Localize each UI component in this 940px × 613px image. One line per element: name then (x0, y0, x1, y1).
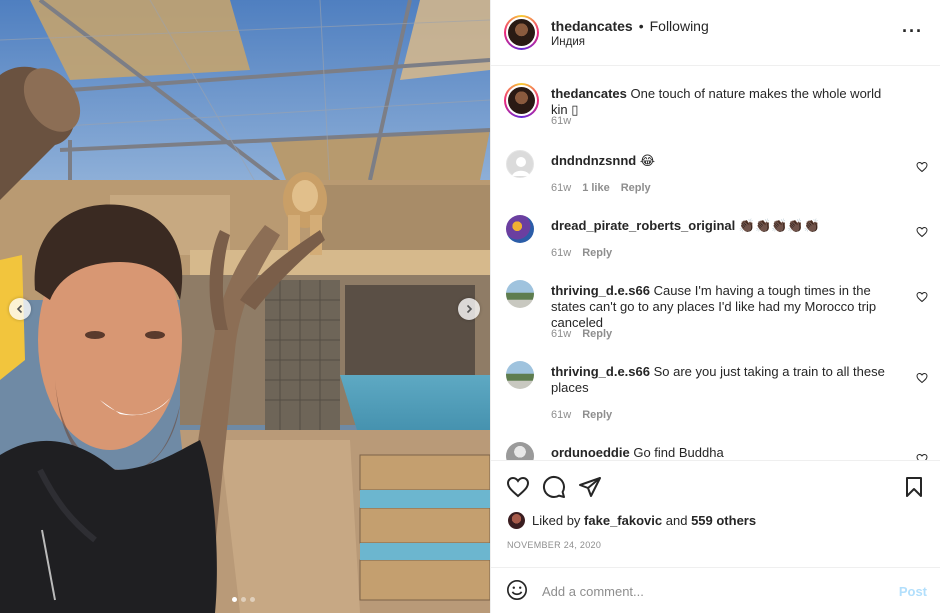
reply-button[interactable]: Reply (582, 328, 612, 340)
comment-avatar[interactable] (506, 280, 534, 308)
carousel-dot (232, 597, 237, 602)
post-header: thedancates • Following Индия ··· (491, 0, 940, 66)
comment-text: dread_pirate_roberts_original 👏🏿👏🏿👏🏿👏🏿👏🏿 (551, 218, 900, 234)
comment-text: thriving_d.e.s66 So are you just taking … (551, 364, 900, 396)
separator: • (638, 17, 644, 34)
comment-meta: 61w Reply (551, 328, 612, 340)
comment-item: thriving_d.e.s66 Cause I'm having a toug… (504, 280, 930, 346)
comment-avatar[interactable] (506, 150, 534, 178)
comment-body: Go find Buddha (633, 445, 724, 460)
comment-meta: 61w Reply (551, 409, 612, 421)
author-username[interactable]: thedancates (551, 18, 633, 34)
caption-emoji-glyph: ▯ (571, 102, 579, 117)
chevron-left-icon (16, 304, 23, 314)
like-button[interactable] (506, 475, 530, 499)
comment-item: dread_pirate_roberts_original 👏🏿👏🏿👏🏿👏🏿👏🏿… (504, 215, 930, 265)
share-button[interactable] (578, 475, 602, 499)
comment-time[interactable]: 61w (551, 182, 571, 194)
comment-text: dndndnzsnnd 😂 (551, 153, 900, 169)
share-icon (579, 477, 601, 497)
heart-icon (506, 476, 530, 498)
post-dialog: thedancates • Following Индия ··· thedan… (0, 0, 940, 613)
comment-item: thriving_d.e.s66 So are you just taking … (504, 361, 930, 427)
comments-list[interactable]: thedancates One touch of nature makes th… (491, 66, 940, 460)
comment-username[interactable]: ordunoeddie (551, 445, 630, 460)
comment-button[interactable] (542, 475, 566, 499)
caption-time[interactable]: 61w (551, 115, 571, 127)
bookmark-icon (906, 477, 922, 497)
carousel-dot (241, 597, 246, 602)
carousel-indicator (232, 597, 255, 602)
caption-text: thedancates One touch of nature makes th… (551, 86, 900, 118)
comment-body: 👏🏿👏🏿👏🏿👏🏿👏🏿 (738, 218, 820, 233)
likes-summary: Liked by fake_fakovic and 559 others (508, 512, 756, 529)
comment-username[interactable]: dndndnzsnnd (551, 153, 636, 168)
reply-button[interactable]: Reply (621, 182, 651, 194)
chevron-right-icon (466, 304, 473, 314)
author-info: thedancates • Following Индия (551, 18, 709, 48)
heart-icon[interactable] (916, 291, 928, 303)
caption-avatar[interactable] (504, 83, 539, 118)
more-options-button[interactable]: ··· (902, 22, 923, 40)
comment-time[interactable]: 61w (551, 247, 571, 259)
comment-username[interactable]: thriving_d.e.s66 (551, 364, 650, 379)
comment-text: thriving_d.e.s66 Cause I'm having a toug… (551, 283, 900, 331)
comment-username[interactable]: thriving_d.e.s66 (551, 283, 650, 298)
comment-text: ordunoeddie Go find Buddha (551, 445, 900, 460)
liked-by-prefix: Liked by (532, 513, 581, 528)
comment-item: ordunoeddie Go find Buddha (504, 442, 930, 460)
post-sidebar: thedancates • Following Индия ··· thedan… (490, 0, 940, 613)
emoji-icon (507, 580, 527, 600)
save-button[interactable] (902, 475, 926, 499)
add-comment-bar: Post (491, 567, 940, 613)
more-options-icon: ··· (902, 21, 923, 41)
reply-button[interactable]: Reply (582, 247, 612, 259)
photo-scene (0, 0, 490, 613)
liker-avatar[interactable] (508, 512, 525, 529)
comment-avatar[interactable] (506, 361, 534, 389)
heart-icon[interactable] (916, 161, 928, 173)
caption-username[interactable]: thedancates (551, 86, 627, 101)
default-user-icon (512, 157, 530, 176)
post-actions: Liked by fake_fakovic and 559 others NOV… (491, 460, 940, 567)
likes-joiner: and (665, 513, 688, 528)
follow-status-button[interactable]: Following (650, 18, 709, 34)
post-date[interactable]: NOVEMBER 24, 2020 (507, 540, 601, 550)
comment-avatar[interactable] (506, 442, 534, 460)
reply-button[interactable]: Reply (582, 409, 612, 421)
caption-meta: 61w (551, 115, 571, 127)
comment-icon (542, 475, 565, 498)
next-slide-button[interactable] (458, 298, 480, 320)
comment-meta: 61w Reply (551, 247, 612, 259)
post-comment-button[interactable]: Post (899, 584, 927, 599)
comment-item: dndndnzsnnd 😂 61w 1 like Reply (504, 150, 930, 200)
comment-avatar[interactable] (506, 215, 534, 243)
emoji-button[interactable] (506, 579, 528, 601)
liker-username[interactable]: fake_fakovic (584, 513, 662, 528)
heart-icon[interactable] (916, 453, 928, 460)
previous-slide-button[interactable] (9, 298, 31, 320)
carousel-dot (250, 597, 255, 602)
author-avatar[interactable] (504, 15, 539, 50)
comment-body: 😂 (639, 153, 656, 168)
likes-others-link[interactable]: 559 others (691, 513, 756, 528)
post-photo[interactable] (0, 0, 490, 613)
heart-icon[interactable] (916, 372, 928, 384)
comment-username[interactable]: dread_pirate_roberts_original (551, 218, 735, 233)
comment-time[interactable]: 61w (551, 409, 571, 421)
heart-icon[interactable] (916, 226, 928, 238)
comment-time[interactable]: 61w (551, 328, 571, 340)
comment-input[interactable] (542, 580, 862, 602)
comment-likes[interactable]: 1 like (582, 182, 610, 194)
comment-meta: 61w 1 like Reply (551, 182, 651, 194)
post-location[interactable]: Индия (551, 36, 709, 48)
caption-item: thedancates One touch of nature makes th… (504, 83, 930, 133)
